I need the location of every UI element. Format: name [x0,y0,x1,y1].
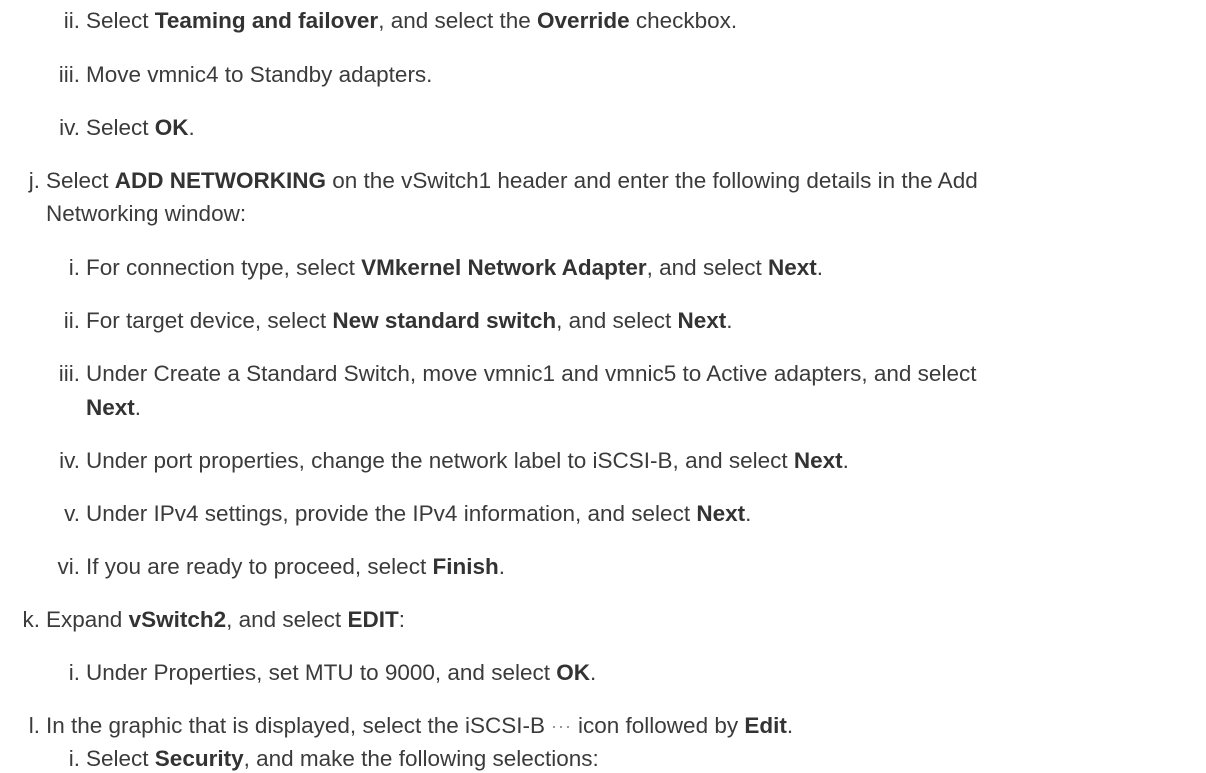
list-item: v. Under IPv4 settings, provide the IPv4 … [0,500,751,528]
step-text: Select OK. [86,115,195,140]
step-label: k. [22,607,40,632]
list-item: i. Select Security, and make the followin… [0,745,599,773]
list-item: l. In the graphic that is displayed, sele… [0,712,793,740]
step-label: i. [68,255,80,280]
step-label: iii. [58,62,80,87]
list-item: k. Expand vSwitch2, and select EDIT: [0,606,405,634]
list-item: i. Under Properties, set MTU to 9000, and… [0,659,597,687]
step-text: Under IPv4 settings, provide the IPv4 in… [86,501,752,526]
step-label: v. [64,501,80,526]
list-item: ii. Select Teaming and failover, and sele… [0,7,737,35]
list-item: i. For connection type, select VMkernel N… [0,254,823,282]
step-label: iv. [59,448,80,473]
step-text: If you are ready to proceed, select Fini… [86,554,505,579]
step-text: Under port properties, change the networ… [86,448,849,473]
list-item: vi. If you are ready to proceed, select F… [0,553,505,581]
step-text-continuation: Networking window: [46,201,247,226]
step-text-continuation: Next. [86,395,142,420]
step-text: Under Create a Standard Switch, move vmn… [86,361,977,386]
more-options-icon: ··· [551,716,572,736]
step-text: Under Properties, set MTU to 9000, and s… [86,660,597,685]
step-text: Select Teaming and failover, and select … [86,8,738,33]
step-text: For target device, select New standard s… [86,308,733,333]
step-text: Expand vSwitch2, and select EDIT: [46,607,405,632]
list-item: iii. Under Create a Standard Switch, move… [0,360,977,388]
step-text: Select Security, and make the following … [86,746,599,771]
list-item: j. Select ADD NETWORKING on the vSwitch1 … [0,167,978,195]
step-text: In the graphic that is displayed, select… [46,713,794,738]
step-text: For connection type, select VMkernel Net… [86,255,824,280]
list-item: iv. Select OK. [0,114,195,142]
step-text: Move vmnic4 to Standby adapters. [86,62,433,87]
list-item: iv. Under port properties, change the net… [0,447,849,475]
list-item: iii. Move vmnic4 to Standby adapters. [0,61,433,89]
step-label: i. [68,746,80,771]
step-text: Select ADD NETWORKING on the vSwitch1 he… [46,168,978,193]
step-label: iii. [58,361,80,386]
step-label: i. [68,660,80,685]
step-label: ii. [63,308,80,333]
step-label: vi. [57,554,81,579]
step-label: l. [28,713,40,738]
step-label: iv. [59,115,80,140]
step-label: ii. [63,8,80,33]
step-label: j. [28,168,40,193]
list-item: ii. For target device, select New standar… [0,307,733,335]
